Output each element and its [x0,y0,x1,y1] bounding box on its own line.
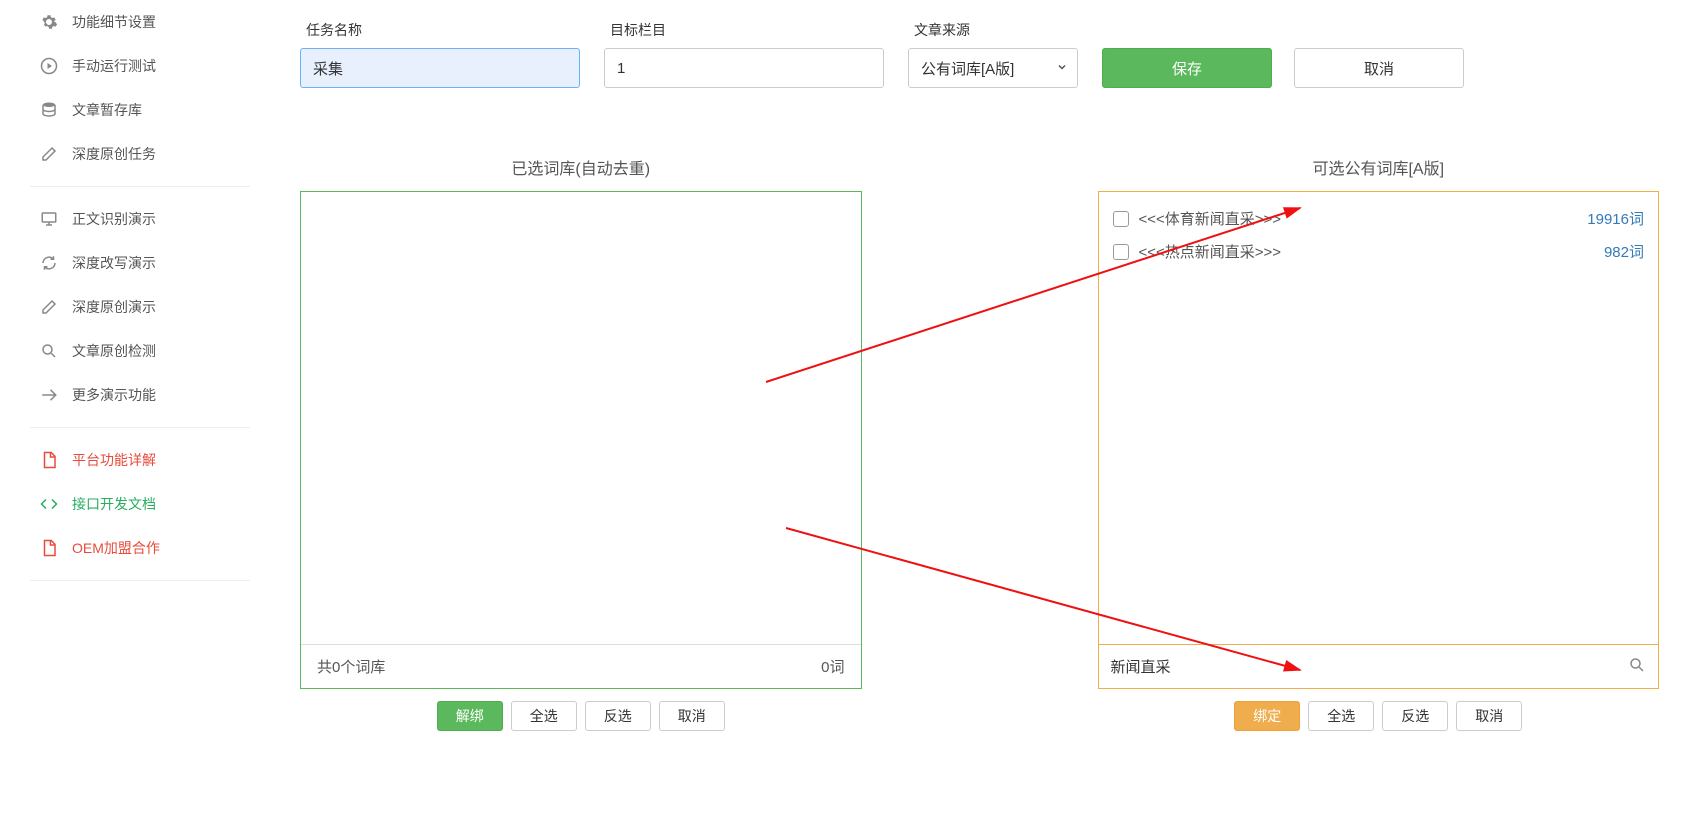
select-all-button[interactable]: 全选 [1308,701,1374,731]
cancel-button[interactable]: 取消 [1294,48,1464,88]
sidebar-label: 接口开发文档 [72,494,156,514]
sidebar-label: 功能细节设置 [72,12,156,32]
sidebar-label: 手动运行测试 [72,56,156,76]
sidebar-label: 文章暂存库 [72,100,142,120]
cogs-icon [40,13,58,31]
main-area: 任务名称 目标栏目 文章来源 保存 取消 已选词库(自动去重) 共0个词库 [300,20,1659,88]
unbind-button[interactable]: 解绑 [437,701,503,731]
share-icon [40,386,58,404]
select-all-button[interactable]: 全选 [511,701,577,731]
target-column-input[interactable] [604,48,884,88]
file-icon [40,539,58,557]
task-name-label: 任务名称 [300,20,580,40]
available-lib-title: 可选公有词库[A版] [1098,155,1660,179]
checkbox[interactable] [1113,211,1129,227]
selected-lib-buttons: 解绑 全选 反选 取消 [300,701,862,731]
database-icon [40,101,58,119]
search-icon[interactable] [1628,656,1646,678]
lib-word-count[interactable]: 19916词 [1587,208,1644,229]
lib-label: <<<热点新闻直采>>> [1139,241,1594,262]
available-lib-buttons: 绑定 全选 反选 取消 [1098,701,1660,731]
available-lib-box: <<<体育新闻直采>>> 19916词 <<<热点新闻直采>>> 982词 [1098,191,1660,689]
search-icon [40,342,58,360]
available-lib-panel: 可选公有词库[A版] <<<体育新闻直采>>> 19916词 <<<热点新闻直采… [1098,155,1660,731]
cancel-select-button[interactable]: 取消 [1456,701,1522,731]
sidebar-item-deep-original-demo[interactable]: 深度原创演示 [20,285,260,329]
sidebar-label: 正文识别演示 [72,209,156,229]
bind-button[interactable]: 绑定 [1234,701,1300,731]
article-source-select[interactable] [908,48,1078,88]
available-lib-search [1099,644,1659,688]
invert-select-button[interactable]: 反选 [585,701,651,731]
selected-lib-box: 共0个词库 0词 [300,191,862,689]
selected-lib-word-count: 0词 [821,656,844,677]
available-lib-body: <<<体育新闻直采>>> 19916词 <<<热点新闻直采>>> 982词 [1099,192,1659,644]
task-name-input[interactable] [300,48,580,88]
selected-lib-title: 已选词库(自动去重) [300,155,862,179]
selected-lib-body [301,192,861,644]
sidebar-label: OEM加盟合作 [72,538,160,558]
sidebar-divider [30,186,250,187]
sidebar-item-article-cache[interactable]: 文章暂存库 [20,88,260,132]
selected-lib-count-label: 共0个词库 [317,656,385,677]
sidebar-divider [30,580,250,581]
sidebar-divider [30,427,250,428]
target-column-label: 目标栏目 [604,20,884,40]
sidebar-label: 文章原创检测 [72,341,156,361]
sidebar: 功能细节设置 手动运行测试 文章暂存库 深度原创任务 正文识别演示 深度改写演示… [20,0,260,591]
lib-word-count[interactable]: 982词 [1604,241,1644,262]
sidebar-item-more-demos[interactable]: 更多演示功能 [20,373,260,417]
form-row: 任务名称 目标栏目 文章来源 保存 取消 [300,20,1659,88]
monitor-icon [40,210,58,228]
selected-lib-footer: 共0个词库 0词 [301,644,861,688]
cancel-select-button[interactable]: 取消 [659,701,725,731]
code-icon [40,495,58,513]
selected-lib-panel: 已选词库(自动去重) 共0个词库 0词 解绑 全选 反选 取消 [300,155,862,731]
lib-label: <<<体育新闻直采>>> [1139,208,1578,229]
file-icon [40,451,58,469]
sidebar-label: 深度改写演示 [72,253,156,273]
lib-row[interactable]: <<<热点新闻直采>>> 982词 [1113,235,1645,268]
sidebar-item-detail-settings[interactable]: 功能细节设置 [20,0,260,44]
sidebar-label: 深度原创任务 [72,144,156,164]
edit-icon [40,145,58,163]
refresh-icon [40,254,58,272]
article-source-label: 文章来源 [908,20,1078,40]
sidebar-item-platform-docs[interactable]: 平台功能详解 [20,438,260,482]
save-button[interactable]: 保存 [1102,48,1272,88]
invert-select-button[interactable]: 反选 [1382,701,1448,731]
sidebar-item-deep-rewrite[interactable]: 深度改写演示 [20,241,260,285]
sidebar-item-body-recognition[interactable]: 正文识别演示 [20,197,260,241]
sidebar-item-manual-run[interactable]: 手动运行测试 [20,44,260,88]
sidebar-item-originality-check[interactable]: 文章原创检测 [20,329,260,373]
checkbox[interactable] [1113,244,1129,260]
panels: 已选词库(自动去重) 共0个词库 0词 解绑 全选 反选 取消 可选公有词库[A… [300,155,1659,731]
edit-icon [40,298,58,316]
sidebar-item-api-docs[interactable]: 接口开发文档 [20,482,260,526]
lib-search-input[interactable] [1111,645,1621,688]
sidebar-label: 深度原创演示 [72,297,156,317]
sidebar-label: 更多演示功能 [72,385,156,405]
sidebar-item-oem[interactable]: OEM加盟合作 [20,526,260,570]
sidebar-item-deep-original[interactable]: 深度原创任务 [20,132,260,176]
play-icon [40,57,58,75]
sidebar-label: 平台功能详解 [72,450,156,470]
lib-row[interactable]: <<<体育新闻直采>>> 19916词 [1113,202,1645,235]
